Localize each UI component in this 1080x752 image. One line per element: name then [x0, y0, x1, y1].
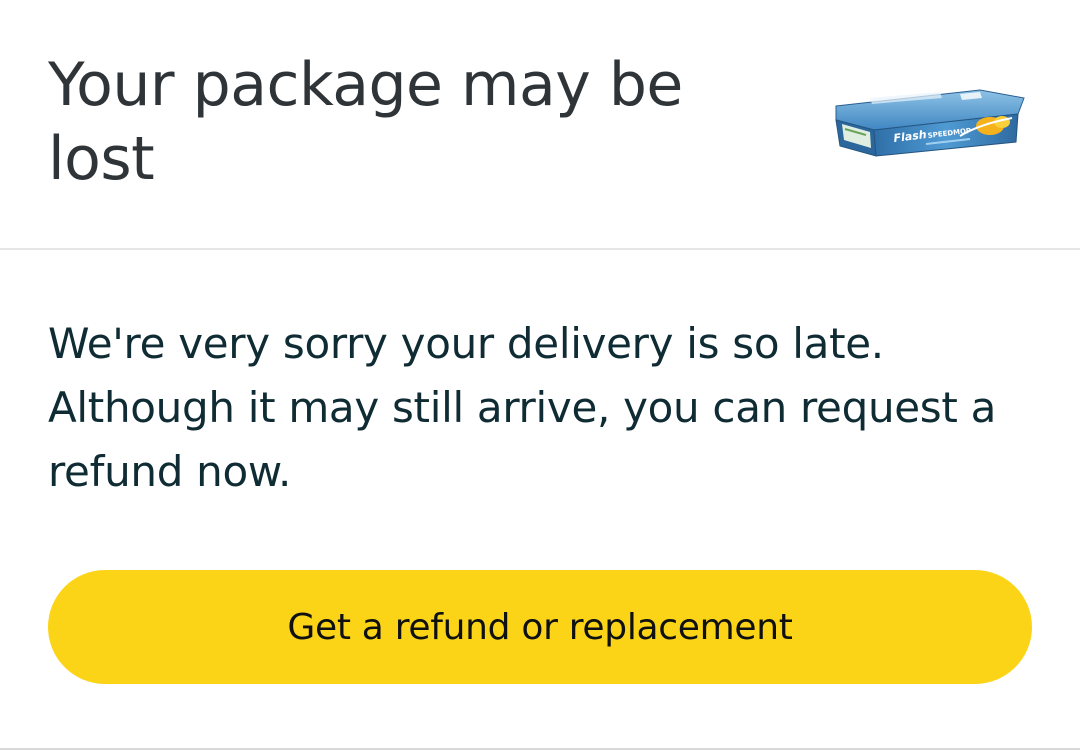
apology-message: We're very sorry your delivery is so lat… [48, 319, 997, 496]
footer-divider [0, 748, 1080, 750]
page-title: Your package may be lost [48, 50, 683, 194]
header-divider [0, 248, 1080, 250]
product-image-icon[interactable]: Flash SPEEDMOP [830, 84, 1030, 164]
lost-package-card: Your package may be lost Flash SPEEDMOP … [0, 0, 1080, 752]
card-header: Your package may be lost Flash SPEEDMOP [0, 0, 1080, 248]
refund-replacement-button[interactable]: Get a refund or replacement [48, 570, 1032, 684]
